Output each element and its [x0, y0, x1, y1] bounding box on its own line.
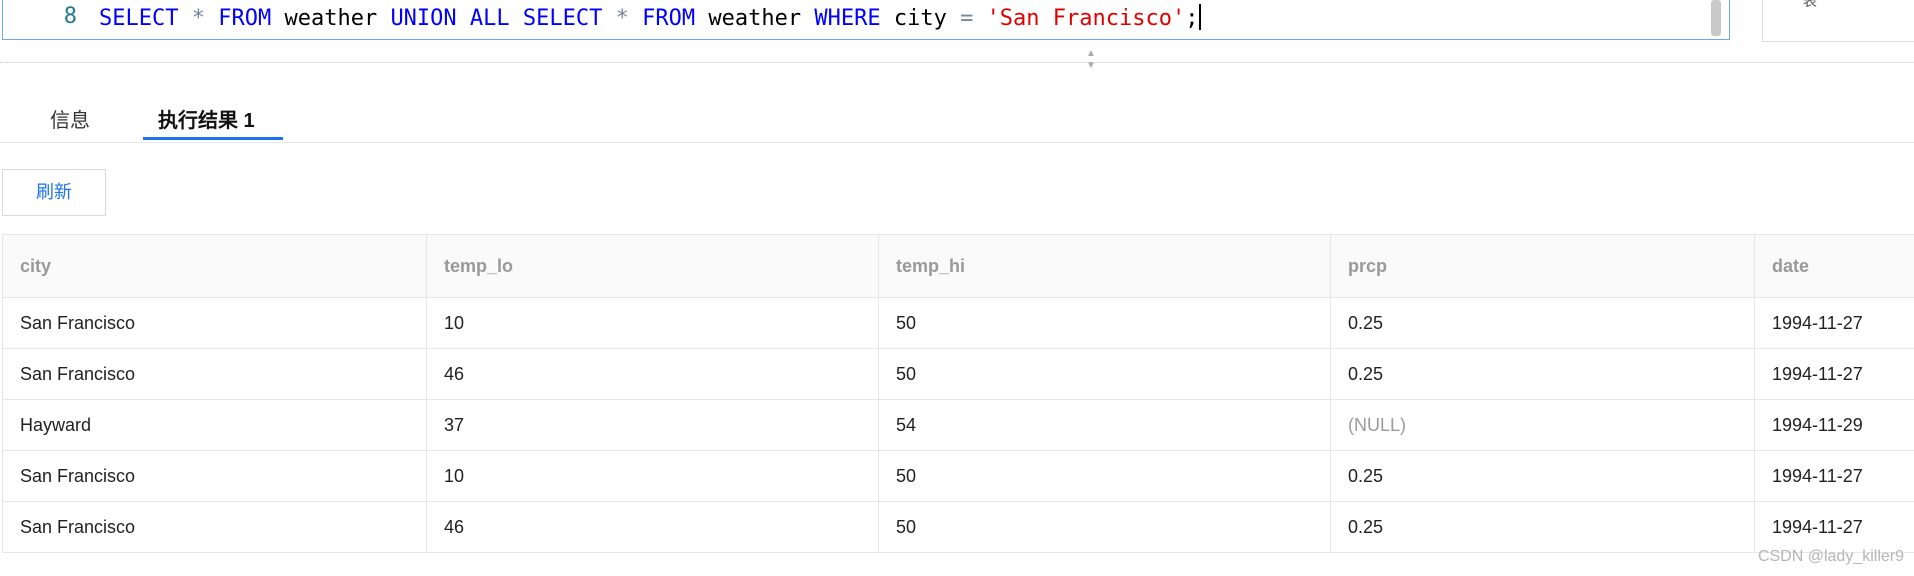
sql-keyword: SELECT	[522, 6, 603, 31]
column-header-date[interactable]: date	[1754, 234, 1914, 298]
sql-keyword: WHERE	[814, 6, 881, 31]
result-table: city temp_lo temp_hi prcp date San Franc…	[2, 234, 1914, 553]
cell-temp-lo[interactable]: 37	[426, 399, 879, 451]
sql-terminator: ;	[1185, 6, 1199, 31]
cell-prcp[interactable]: 0.25	[1330, 297, 1755, 349]
cell-city[interactable]: San Francisco	[2, 501, 427, 553]
column-header-city[interactable]: city	[2, 234, 427, 298]
sql-operator: *	[615, 6, 629, 31]
table-row[interactable]: Hayward 37 54 (NULL) 1994-11-29	[2, 399, 1914, 451]
cell-date[interactable]: 1994-11-27	[1754, 501, 1914, 553]
refresh-button[interactable]: 刷新	[2, 169, 106, 216]
table-header-row: city temp_lo temp_hi prcp date	[2, 234, 1914, 298]
cell-prcp[interactable]: 0.25	[1330, 450, 1755, 502]
sql-keyword: SELECT	[99, 6, 179, 31]
cell-city[interactable]: Hayward	[2, 399, 427, 451]
cell-date[interactable]: 1994-11-27	[1754, 297, 1914, 349]
cell-city[interactable]: San Francisco	[2, 348, 427, 400]
tab-result-1[interactable]: 执行结果 1	[158, 104, 255, 133]
pane-splitter[interactable]	[0, 62, 1914, 63]
tab-info[interactable]: 信息	[50, 104, 90, 133]
side-panel-label: 表	[1803, 0, 1817, 9]
cell-city[interactable]: San Francisco	[2, 450, 427, 502]
column-header-prcp[interactable]: prcp	[1330, 234, 1755, 298]
sql-keyword: UNION ALL	[390, 6, 510, 31]
cell-prcp[interactable]: 0.25	[1330, 348, 1755, 400]
cell-prcp[interactable]: 0.25	[1330, 501, 1755, 553]
sql-keyword: FROM	[642, 6, 696, 31]
table-row[interactable]: San Francisco 10 50 0.25 1994-11-27	[2, 450, 1914, 502]
cell-temp-lo[interactable]: 10	[426, 297, 879, 349]
sql-identifier: weather	[708, 6, 802, 31]
sql-code-line[interactable]: SELECT * FROM weather UNION ALL SELECT *…	[99, 4, 1201, 31]
cell-date[interactable]: 1994-11-27	[1754, 450, 1914, 502]
sql-identifier: city	[893, 6, 947, 31]
cell-temp-hi[interactable]: 50	[878, 348, 1331, 400]
cell-temp-lo[interactable]: 10	[426, 450, 879, 502]
sql-operator: =	[960, 6, 974, 31]
active-tab-indicator	[143, 137, 283, 140]
cell-temp-lo[interactable]: 46	[426, 348, 879, 400]
cell-temp-hi[interactable]: 50	[878, 501, 1331, 553]
cell-prcp-null[interactable]: (NULL)	[1330, 399, 1755, 451]
cell-temp-hi[interactable]: 50	[878, 450, 1331, 502]
cell-city[interactable]: San Francisco	[2, 297, 427, 349]
sql-operator: *	[191, 6, 205, 31]
cell-temp-hi[interactable]: 50	[878, 297, 1331, 349]
sql-string: 'San Francisco'	[986, 6, 1186, 31]
result-tabs: 信息 执行结果 1	[0, 98, 1914, 143]
line-number: 8	[63, 4, 77, 29]
watermark: CSDN @lady_killer9	[1757, 548, 1904, 565]
column-header-temp-hi[interactable]: temp_hi	[878, 234, 1331, 298]
cell-date[interactable]: 1994-11-27	[1754, 348, 1914, 400]
table-row[interactable]: San Francisco 46 50 0.25 1994-11-27	[2, 501, 1914, 553]
sql-identifier: weather	[284, 6, 378, 31]
sql-keyword: FROM	[218, 6, 272, 31]
resize-handle-icon[interactable]: ▲ ▼	[1085, 48, 1097, 78]
sql-editor[interactable]: 8 SELECT * FROM weather UNION ALL SELECT…	[2, 0, 1730, 40]
cell-date[interactable]: 1994-11-29	[1754, 399, 1914, 451]
text-caret	[1198, 4, 1201, 30]
table-row[interactable]: San Francisco 10 50 0.25 1994-11-27	[2, 297, 1914, 349]
side-panel[interactable]: 表	[1762, 0, 1914, 42]
cell-temp-lo[interactable]: 46	[426, 501, 879, 553]
table-row[interactable]: San Francisco 46 50 0.25 1994-11-27	[2, 348, 1914, 400]
column-header-temp-lo[interactable]: temp_lo	[426, 234, 879, 298]
cell-temp-hi[interactable]: 54	[878, 399, 1331, 451]
editor-scrollbar[interactable]	[1711, 0, 1721, 36]
